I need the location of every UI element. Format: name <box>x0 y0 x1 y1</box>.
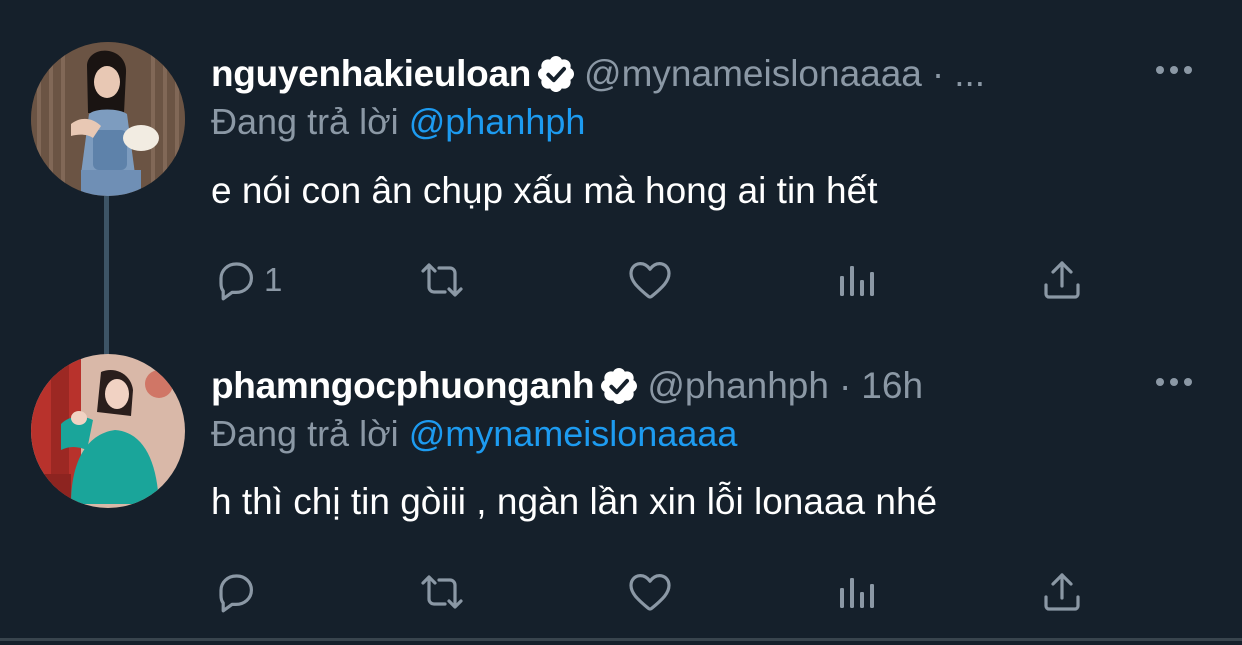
replying-to: Đang trả lời @phanhph <box>211 101 585 143</box>
share-icon <box>1038 568 1086 616</box>
separator-dot: · <box>931 53 945 94</box>
share-icon <box>1038 256 1086 304</box>
reply-mention-link[interactable]: @mynameislonaaaa <box>409 413 738 454</box>
analytics-button[interactable] <box>832 250 880 310</box>
share-button[interactable] <box>1038 562 1086 622</box>
tweet-text: h thì chị tin gòiii , ngàn lần xin lỗi l… <box>211 481 938 522</box>
more-icon[interactable] <box>1154 376 1194 388</box>
tweet[interactable]: phamngocphuonganh @phanhph · 16h Đang tr… <box>0 330 1242 640</box>
tweet-actions: 1 <box>0 250 1242 310</box>
analytics-icon <box>832 256 880 304</box>
like-button[interactable] <box>626 250 674 310</box>
display-name[interactable]: phamngocphuonganh <box>211 365 595 407</box>
replying-to-label: Đang trả lời <box>211 101 399 142</box>
avatar-photo <box>31 42 185 196</box>
retweet-button[interactable] <box>418 250 466 310</box>
user-handle[interactable]: @phanhph <box>647 365 829 407</box>
tweet-header: phamngocphuonganh @phanhph · 16h <box>211 360 923 412</box>
like-button[interactable] <box>626 562 674 622</box>
verified-badge-icon <box>536 54 576 94</box>
verified-badge-icon <box>599 366 639 406</box>
tweet[interactable]: nguyenhakieuloan @mynameislonaaaa · ... … <box>0 0 1242 330</box>
timestamp[interactable]: 16h <box>861 365 923 407</box>
reply-icon <box>212 568 260 616</box>
avatar[interactable] <box>31 42 185 196</box>
avatar[interactable] <box>31 354 185 508</box>
reply-icon <box>212 256 260 304</box>
reply-button[interactable] <box>212 562 264 622</box>
avatar-photo <box>31 354 185 508</box>
like-icon <box>626 256 674 304</box>
analytics-icon <box>832 568 880 616</box>
retweet-icon <box>418 568 466 616</box>
like-icon <box>626 568 674 616</box>
separator-dot: · <box>838 365 852 406</box>
tweet-actions <box>0 562 1242 622</box>
more-icon[interactable] <box>1154 64 1194 76</box>
bottom-divider <box>0 638 1242 641</box>
share-button[interactable] <box>1038 250 1086 310</box>
analytics-button[interactable] <box>832 562 880 622</box>
reply-mention-link[interactable]: @phanhph <box>409 101 586 142</box>
tweet-text: e nói con ân chụp xấu mà hong ai tin hết <box>211 170 878 211</box>
retweet-button[interactable] <box>418 562 466 622</box>
retweet-icon <box>418 256 466 304</box>
reply-button[interactable]: 1 <box>212 250 282 310</box>
replying-to: Đang trả lời @mynameislonaaaa <box>211 413 737 455</box>
user-handle[interactable]: @mynameislonaaaa <box>584 53 922 95</box>
display-name[interactable]: nguyenhakieuloan <box>211 53 531 95</box>
timestamp[interactable]: ... <box>954 53 985 95</box>
reply-count: 1 <box>264 261 283 298</box>
replying-to-label: Đang trả lời <box>211 413 399 454</box>
tweet-header: nguyenhakieuloan @mynameislonaaaa · ... <box>211 48 985 100</box>
